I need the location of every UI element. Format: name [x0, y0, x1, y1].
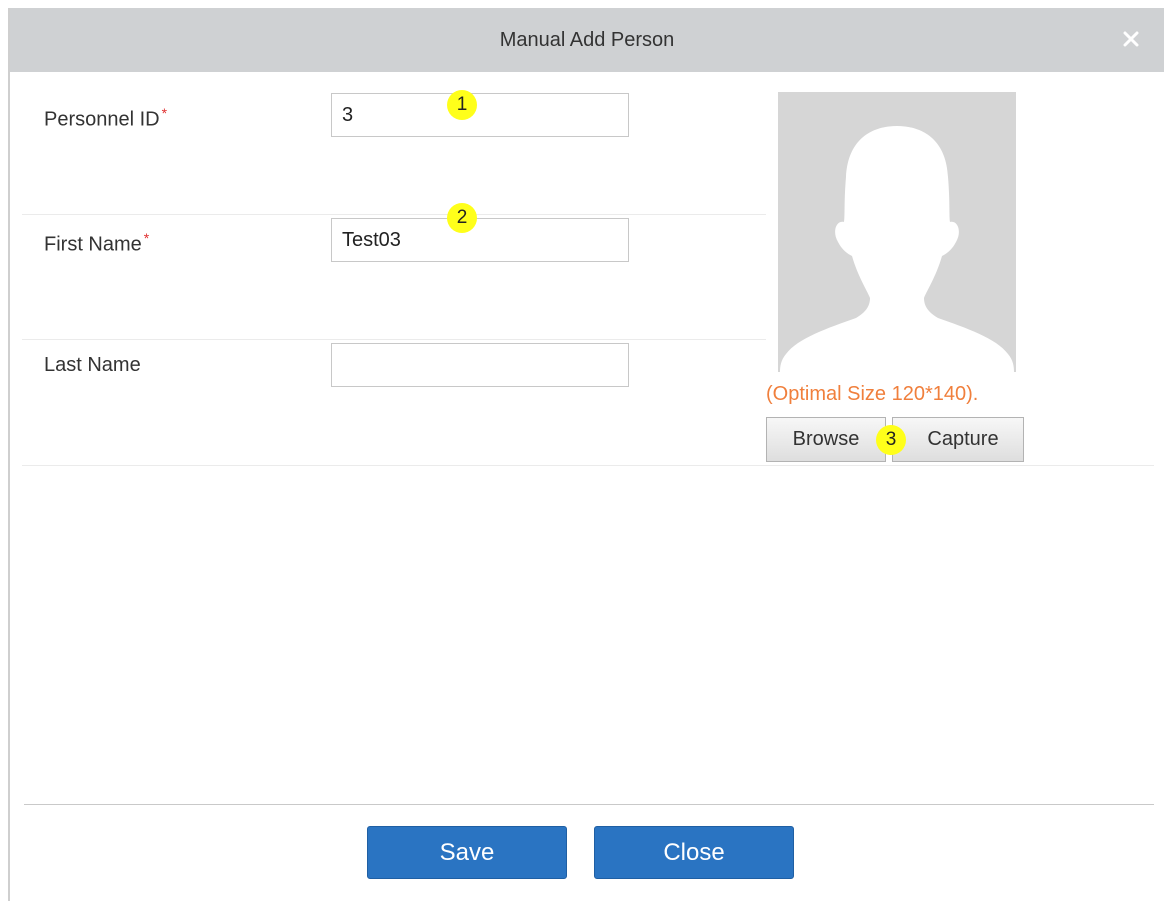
personnel-id-label-text: Personnel ID	[44, 108, 160, 131]
row-divider	[22, 339, 766, 340]
personnel-id-label: Personnel ID *	[44, 105, 167, 132]
first-name-label-text: First Name	[44, 233, 142, 256]
personnel-id-input[interactable]	[331, 93, 629, 137]
footer-divider	[24, 804, 1154, 805]
save-button[interactable]: Save	[367, 826, 567, 879]
required-mark: *	[143, 230, 150, 246]
required-mark: *	[161, 105, 168, 121]
last-name-input[interactable]	[331, 343, 629, 387]
dialog-titlebar: Manual Add Person	[10, 8, 1164, 72]
first-name-input[interactable]	[331, 218, 629, 262]
person-silhouette-icon	[778, 92, 1016, 372]
annotation-marker-1: 1	[447, 90, 477, 120]
first-name-label: First Name *	[44, 230, 149, 257]
last-name-label-text: Last Name	[44, 354, 141, 376]
last-name-label: Last Name	[44, 354, 141, 377]
manual-add-person-dialog: Manual Add Person Personnel ID* 1 First …	[8, 8, 1164, 901]
photo-size-hint: (Optimal Size 120*140).	[766, 383, 979, 405]
close-button[interactable]: Close	[594, 826, 794, 879]
row-divider	[22, 214, 766, 215]
annotation-marker-2: 2	[447, 203, 477, 233]
row-divider	[22, 465, 1154, 466]
close-icon[interactable]	[1116, 24, 1146, 54]
annotation-marker-3: 3	[876, 425, 906, 455]
capture-button[interactable]: Capture	[892, 417, 1024, 462]
dialog-title: Manual Add Person	[499, 28, 675, 51]
browse-button[interactable]: Browse	[766, 417, 886, 462]
